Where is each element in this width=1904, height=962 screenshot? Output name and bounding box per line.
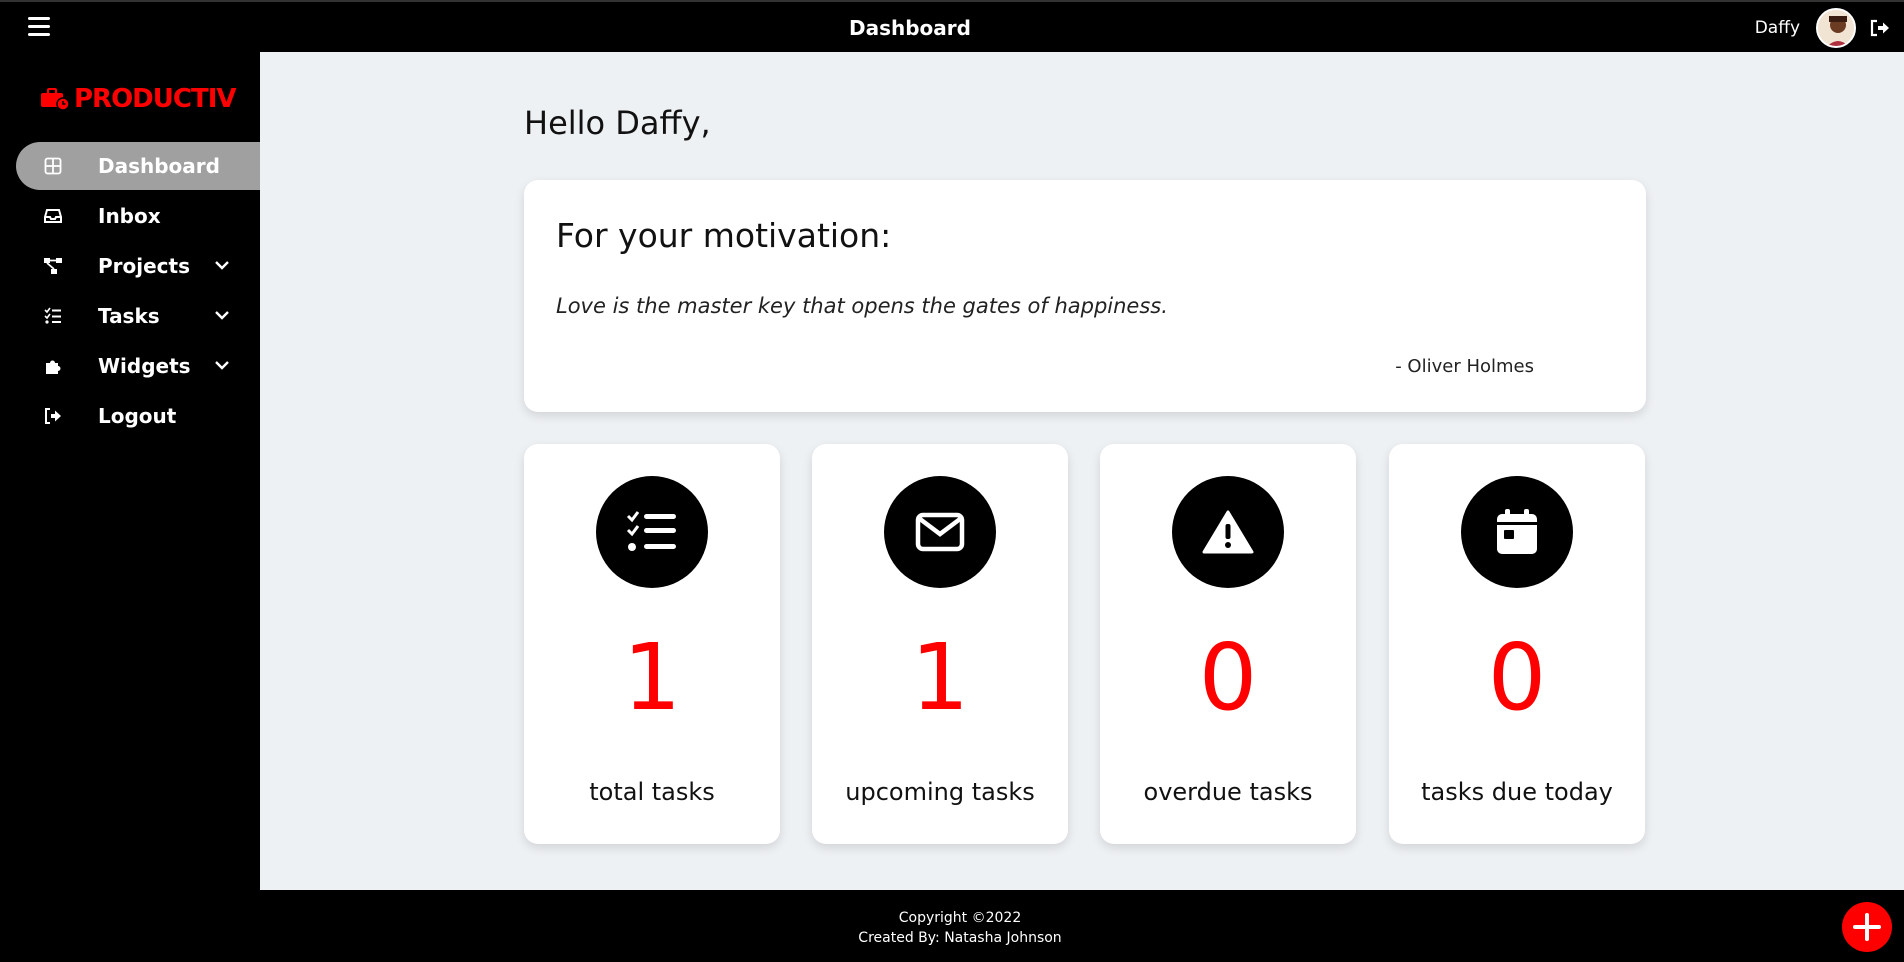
sidebar: PRODUCTIV Dashboard Inbox Projects Tasks… xyxy=(0,52,260,890)
plus-icon xyxy=(1853,913,1881,941)
sidebar-item-label: Inbox xyxy=(98,204,161,228)
inbox-icon xyxy=(44,209,62,223)
footer: Copyright ©2022 Created By: Natasha John… xyxy=(260,890,1904,962)
footer-copyright: Copyright ©2022 xyxy=(898,910,1022,926)
envelope-icon xyxy=(915,512,965,552)
sidebar-item-label: Tasks xyxy=(98,304,160,328)
motivation-card: For your motivation: Love is the master … xyxy=(524,180,1646,412)
logout-icon xyxy=(45,408,61,424)
stat-label: tasks due today xyxy=(1421,778,1613,806)
page-title: Dashboard xyxy=(849,16,971,40)
logo[interactable]: PRODUCTIV xyxy=(40,82,236,116)
sidebar-item-tasks[interactable]: Tasks xyxy=(16,292,260,340)
project-diagram-icon xyxy=(44,258,62,274)
logo-text: PRODUCTIV xyxy=(74,84,236,114)
sidebar-nav: Dashboard Inbox Projects Tasks Widgets L… xyxy=(16,142,260,442)
footer-credit: Created By: Natasha Johnson xyxy=(858,930,1062,946)
sidebar-item-label: Widgets xyxy=(98,354,191,378)
stat-value: 1 xyxy=(910,624,970,731)
stat-icon-circle xyxy=(1172,476,1284,588)
avatar[interactable] xyxy=(1816,8,1856,48)
sidebar-item-logout[interactable]: Logout xyxy=(16,392,260,440)
add-task-button[interactable] xyxy=(1842,902,1892,952)
warning-icon xyxy=(1202,510,1254,554)
main-content: Hello Daffy, For your motivation: Love i… xyxy=(260,52,1904,890)
motivation-quote: Love is the master key that opens the ga… xyxy=(556,294,1168,318)
stat-card-overdue-tasks[interactable]: 0 overdue tasks xyxy=(1100,444,1356,844)
tasks-list-icon xyxy=(626,511,676,551)
stat-card-upcoming-tasks[interactable]: 1 upcoming tasks xyxy=(812,444,1068,844)
sidebar-item-label: Logout xyxy=(98,404,177,428)
logout-icon[interactable] xyxy=(1870,19,1890,37)
sidebar-item-projects[interactable]: Projects xyxy=(16,242,260,290)
stat-label: overdue tasks xyxy=(1143,778,1313,806)
stat-value: 0 xyxy=(1198,624,1258,731)
stat-label: upcoming tasks xyxy=(845,778,1035,806)
sidebar-item-label: Dashboard xyxy=(98,154,220,178)
stat-icon-circle xyxy=(1461,476,1573,588)
calendar-icon xyxy=(1497,509,1537,554)
sidebar-item-widgets[interactable]: Widgets xyxy=(16,342,260,390)
motivation-title: For your motivation: xyxy=(556,216,892,255)
stat-card-tasks-due-today[interactable]: 0 tasks due today xyxy=(1389,444,1645,844)
grid-icon xyxy=(44,157,62,175)
motivation-author: - Oliver Holmes xyxy=(1395,356,1534,377)
briefcase-clock-icon xyxy=(41,88,70,111)
sidebar-item-inbox[interactable]: Inbox xyxy=(16,192,260,240)
stat-card-total-tasks[interactable]: 1 total tasks xyxy=(524,444,780,844)
chevron-down-icon[interactable] xyxy=(214,309,230,321)
top-bar: Dashboard Daffy xyxy=(0,0,1904,52)
chevron-down-icon[interactable] xyxy=(214,359,230,371)
sidebar-item-label: Projects xyxy=(98,254,191,278)
stat-value: 1 xyxy=(622,624,682,731)
puzzle-icon xyxy=(46,360,61,374)
stat-value: 0 xyxy=(1487,624,1547,731)
greeting: Hello Daffy, xyxy=(524,104,711,142)
stat-icon-circle xyxy=(596,476,708,588)
stat-icon-circle xyxy=(884,476,996,588)
tasks-icon xyxy=(44,307,61,324)
username-label[interactable]: Daffy xyxy=(1755,18,1800,38)
sidebar-item-dashboard[interactable]: Dashboard xyxy=(16,142,260,190)
stat-label: total tasks xyxy=(589,778,715,806)
chevron-down-icon[interactable] xyxy=(214,259,230,271)
